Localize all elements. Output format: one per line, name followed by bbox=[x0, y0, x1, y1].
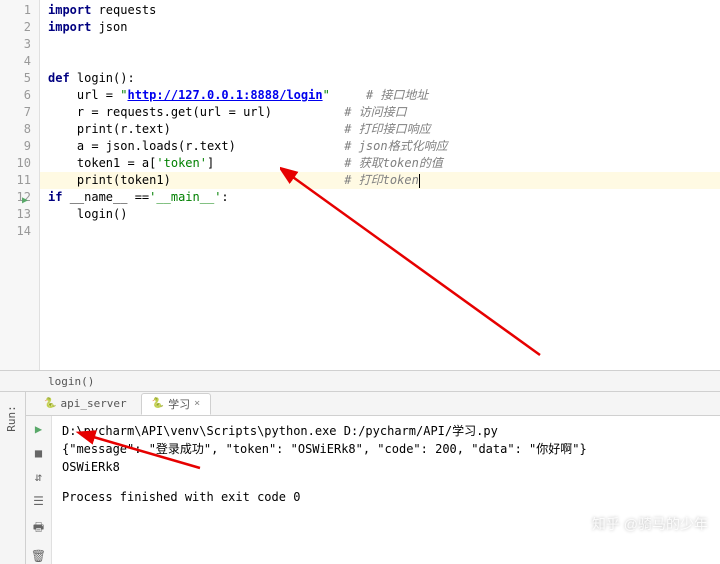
python-icon: 🐍 bbox=[152, 398, 164, 409]
layout-button[interactable]: ⇵ bbox=[35, 470, 42, 484]
python-icon: 🐍 bbox=[44, 398, 56, 409]
close-icon[interactable]: × bbox=[194, 398, 200, 409]
code-line[interactable]: def login(): bbox=[40, 70, 720, 87]
editor-area: 123456789101112▶1314 import requestsimpo… bbox=[0, 0, 720, 370]
run-output[interactable]: D:\pycharm\API\venv\Scripts\python.exe D… bbox=[52, 416, 720, 564]
line-number: 5 bbox=[0, 70, 31, 87]
output-exit: Process finished with exit code 0 bbox=[62, 488, 710, 506]
output-token: OSWiERk8 bbox=[62, 458, 710, 476]
line-number: 11 bbox=[0, 172, 31, 189]
line-number: 8 bbox=[0, 121, 31, 138]
run-toolbar: ▶ ■ ⇵ ☰ 🖶 🗑 bbox=[26, 416, 52, 564]
code-line[interactable] bbox=[40, 223, 720, 240]
line-number: 9 bbox=[0, 138, 31, 155]
output-json: {"message": "登录成功", "token": "OSWiERk8",… bbox=[62, 440, 710, 458]
code-line[interactable]: url = "http://127.0.0.1:8888/login" # 接口… bbox=[40, 87, 720, 104]
line-number: 6 bbox=[0, 87, 31, 104]
code-line[interactable]: print(token1) # 打印token bbox=[40, 172, 720, 189]
code-line[interactable]: if __name__ =='__main__': bbox=[40, 189, 720, 206]
code-line[interactable]: token1 = a['token'] # 获取token的值 bbox=[40, 155, 720, 172]
output-command: D:\pycharm\API\venv\Scripts\python.exe D… bbox=[62, 422, 710, 440]
code-line[interactable]: import json bbox=[40, 19, 720, 36]
code-line[interactable]: a = json.loads(r.text) # json格式化响应 bbox=[40, 138, 720, 155]
line-number: 3 bbox=[0, 36, 31, 53]
run-tabs: 🐍api_server🐍学习 × bbox=[26, 392, 720, 416]
line-number: 4 bbox=[0, 53, 31, 70]
code-line[interactable]: r = requests.get(url = url) # 访问接口 bbox=[40, 104, 720, 121]
code-editor[interactable]: import requestsimport json def login(): u… bbox=[40, 0, 720, 370]
code-line[interactable]: print(r.text) # 打印接口响应 bbox=[40, 121, 720, 138]
run-gutter-icon[interactable]: ▶ bbox=[22, 192, 28, 209]
line-number: 1 bbox=[0, 2, 31, 19]
stop-button[interactable]: ■ bbox=[35, 446, 42, 460]
breadcrumb-text: login() bbox=[48, 375, 94, 388]
rerun-button[interactable]: ▶ bbox=[35, 422, 42, 436]
run-tab-api_server[interactable]: 🐍api_server bbox=[34, 395, 137, 412]
run-panel-label[interactable]: Run: bbox=[0, 392, 26, 564]
breadcrumb[interactable]: login() bbox=[0, 370, 720, 392]
delete-button[interactable]: 🗑 bbox=[31, 549, 46, 563]
line-gutter: 123456789101112▶1314 bbox=[0, 0, 40, 370]
filter-button[interactable]: ☰ bbox=[33, 494, 44, 508]
code-line[interactable] bbox=[40, 53, 720, 70]
code-line[interactable] bbox=[40, 36, 720, 53]
code-line[interactable]: login() bbox=[40, 206, 720, 223]
watermark: 知乎 @骑马的少年 bbox=[592, 514, 708, 534]
print-button[interactable]: 🖶 bbox=[33, 518, 44, 539]
run-tab-学习[interactable]: 🐍学习 × bbox=[141, 393, 211, 415]
run-panel: Run: 🐍api_server🐍学习 × ▶ ■ ⇵ ☰ 🖶 🗑 D:\pyc… bbox=[0, 392, 720, 564]
line-number: 14 bbox=[0, 223, 31, 240]
line-number: 10 bbox=[0, 155, 31, 172]
code-line[interactable]: import requests bbox=[40, 2, 720, 19]
line-number: 2 bbox=[0, 19, 31, 36]
line-number: 7 bbox=[0, 104, 31, 121]
